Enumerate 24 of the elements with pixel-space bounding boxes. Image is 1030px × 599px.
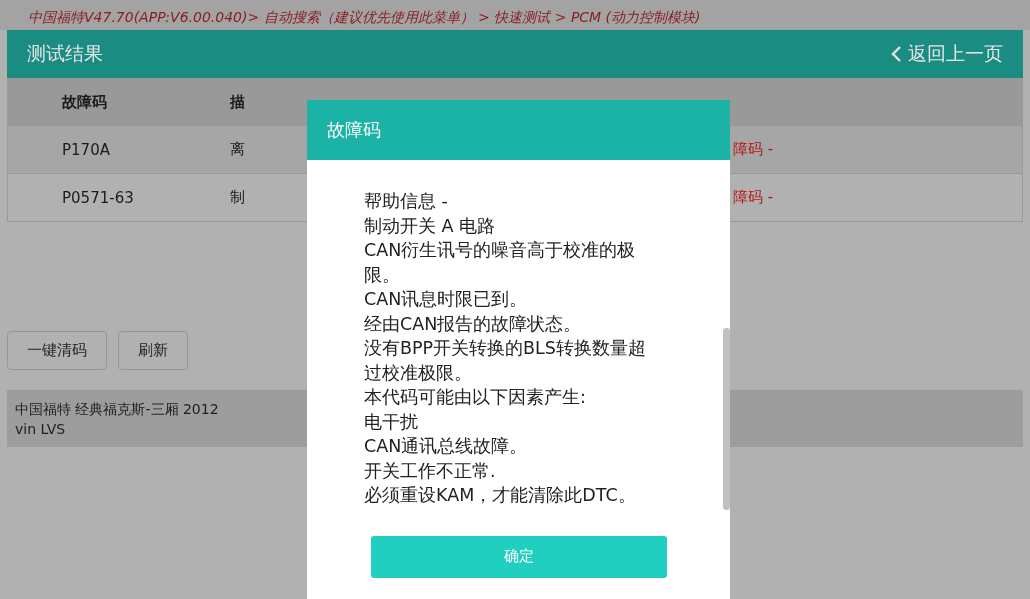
status-cell-text: 障码 - [733,140,775,159]
help-text-line: CAN通讯总线故障。 [364,435,529,458]
help-text-line: 开关工作不正常. [364,459,497,483]
help-text-line: 帮助信息 - [364,190,449,213]
page-title: 测试结果 [27,41,103,66]
help-text-line: CAN衍生讯号的噪音高于校准的极限。 [364,239,637,287]
status-cell-text: 障码 - [733,188,775,207]
help-text-line: 没有BPP开关转换的BLS转换数量超过校准极限。 [364,337,647,385]
description-cell: 离 [230,140,245,159]
help-text-line: 必须重设KAM，才能清除此DTC。 [364,484,637,507]
help-text-line: 电干扰 [364,410,419,434]
dialog-title: 故障码 [327,118,381,142]
help-text-line: 本代码可能由以下因素产生: [364,386,587,409]
help-text-line: CAN讯息时限已到。 [364,288,529,311]
vin-text: vin LVS [15,419,66,439]
column-header: 故障码 [60,92,108,112]
help-text-line: 经由CAN报告的故障状态。 [364,312,583,336]
vehicle-model: 中国福特 经典福克斯-三厢 2012 [15,399,219,419]
code-cell-text: P0571-63 [61,188,135,207]
breadcrumb: 中国福特V47.70(APP:V6.00.040)> 自动搜索（建议优先使用此菜单） > 快速测试 > PCM (动力控制模块) [0,0,1030,30]
column-header: 描 [230,92,245,112]
code-cell-text: P170A [61,140,111,159]
description-cell: 制 [230,188,245,207]
help-text-line: 制动开关 A 电路 [364,214,497,238]
